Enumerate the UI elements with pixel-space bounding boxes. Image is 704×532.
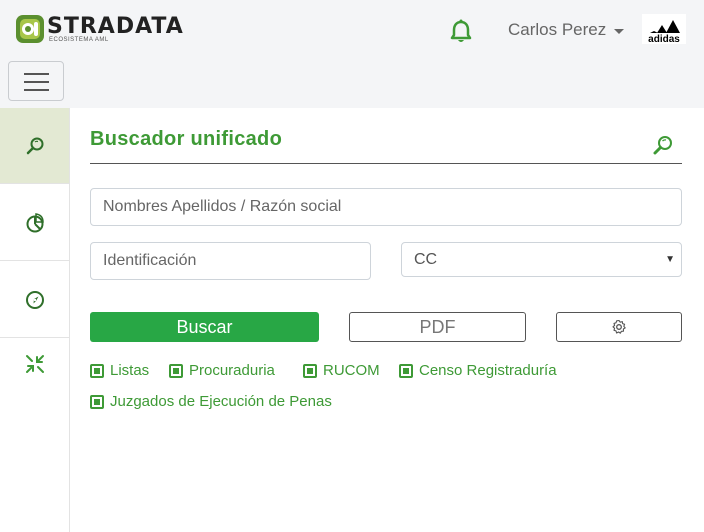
search-button[interactable]: Buscar [90, 312, 319, 342]
search-icon [26, 137, 43, 154]
title-row: Buscador unificado [90, 128, 682, 164]
chevron-down-icon: ▼ [665, 254, 675, 265]
checkbox-icon[interactable] [90, 363, 104, 378]
pdf-button[interactable]: PDF [349, 312, 526, 342]
hamburger-line [24, 89, 49, 91]
sidebar [0, 108, 70, 532]
checkbox-listas[interactable]: Listas [90, 362, 149, 379]
brand-name: adidas [648, 34, 680, 44]
checkbox-icon[interactable] [169, 363, 183, 378]
checkbox-juzgados[interactable]: Juzgados de Ejecución de Penas [90, 393, 332, 410]
top-header: STRADATA ECOSISTEMA AML Carlos Perez adi… [0, 0, 704, 108]
document-type-select[interactable]: CC ▼ [401, 242, 682, 277]
sidebar-item-explore[interactable] [0, 262, 69, 338]
sidebar-item-search[interactable] [0, 108, 69, 184]
hamburger-line [24, 73, 49, 75]
sidebar-item-collapse[interactable] [0, 339, 69, 389]
collapse-arrows-icon [25, 355, 44, 373]
checkbox-censo-registraduria[interactable]: Censo Registraduría [399, 362, 557, 379]
checkbox-icon[interactable] [303, 363, 317, 378]
checkbox-label: Procuraduria [189, 362, 275, 379]
sidebar-item-stats[interactable] [0, 185, 69, 261]
gear-icon [612, 319, 626, 334]
identification-input[interactable]: Identificación [90, 242, 371, 280]
checkbox-label: Listas [110, 362, 150, 379]
user-menu[interactable]: Carlos Perez [508, 20, 625, 40]
chevron-down-icon [614, 28, 625, 34]
hamburger-menu-button[interactable] [8, 61, 64, 101]
adidas-brand-logo: adidas [642, 14, 686, 45]
settings-button[interactable] [556, 312, 682, 342]
user-name: Carlos Perez [508, 20, 607, 39]
checkbox-icon[interactable] [399, 363, 413, 378]
page-title: Buscador unificado [90, 128, 283, 150]
hamburger-line [24, 81, 49, 83]
stradata-logo[interactable]: STRADATA ECOSISTEMA AML [15, 14, 184, 44]
checkbox-procuraduria[interactable]: Procuraduria [169, 362, 275, 379]
compass-icon [25, 290, 44, 309]
checkbox-label: Juzgados de Ejecución de Penas [110, 393, 332, 410]
search-icon[interactable] [652, 134, 674, 161]
pie-chart-icon [26, 212, 44, 232]
checkbox-icon[interactable] [90, 394, 104, 409]
checkbox-rucom[interactable]: RUCOM [303, 362, 380, 379]
bell-icon[interactable] [450, 19, 472, 45]
checkbox-label: RUCOM [323, 362, 380, 379]
name-input[interactable]: Nombres Apellidos / Razón social [90, 188, 682, 226]
document-type-value: CC [414, 250, 438, 268]
checkbox-label: Censo Registraduría [419, 362, 557, 379]
logo-mark-icon [15, 14, 45, 44]
